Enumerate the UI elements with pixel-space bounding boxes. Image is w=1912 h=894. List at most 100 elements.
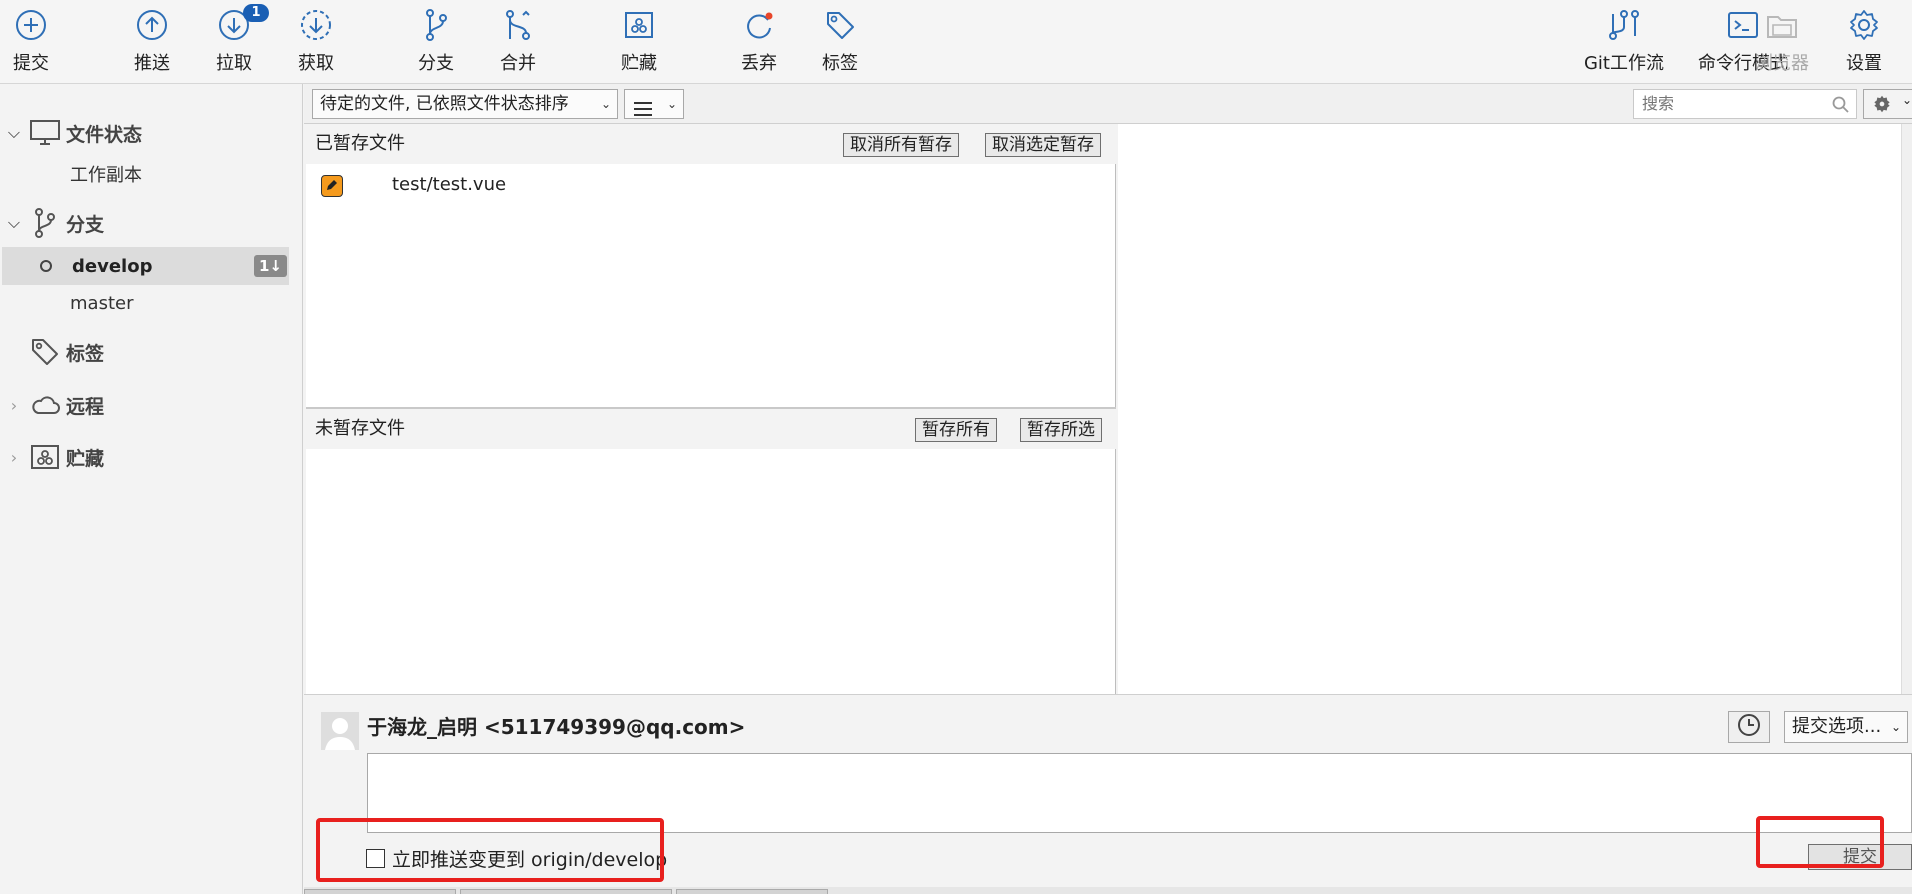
chevron-right-icon[interactable]: › — [0, 396, 28, 415]
gear-icon — [1847, 8, 1881, 42]
plus-circle-icon — [14, 8, 48, 42]
git-flow-button-label: Git工作流 — [1583, 53, 1664, 74]
stage-selected-button[interactable]: 暂存所选 — [1020, 418, 1102, 442]
tag-icon — [823, 8, 857, 42]
fetch-button-label: 获取 — [298, 53, 334, 74]
file-filter-bar: 待定的文件, 已依照文件状态排序 ⌄ ⌄ ⌄ — [304, 84, 1912, 124]
sidebar-branches-label: 分支 — [66, 213, 105, 236]
commit-message-box — [367, 753, 1912, 833]
staged-files-title: 已暂存文件 — [315, 133, 405, 154]
discard-refresh-icon — [742, 8, 776, 42]
push-immediately-label: 立即推送变更到 origin/develop — [392, 849, 668, 871]
file-options-dropdown[interactable]: ⌄ — [1863, 89, 1912, 119]
branch-button-label: 分支 — [418, 53, 454, 74]
sidebar-item-working-copy[interactable]: 工作副本 — [0, 155, 290, 193]
file-status-pane: 已暂存文件 取消所有暂存 取消选定暂存 test/test.vue 未暂存文件 … — [306, 124, 1116, 694]
commit-options-select[interactable]: 提交选项... ⌄ — [1784, 711, 1908, 743]
commit-panel: 于海龙_启明 <511749399@qq.com> 提交选项... ⌄ 立即推送… — [304, 694, 1912, 894]
fetch-dashed-circle-icon — [299, 8, 333, 42]
sidebar-tags-label: 标签 — [66, 342, 105, 365]
sidebar-section-branches[interactable]: ⌵ 分支 — [0, 204, 290, 242]
sidebar-item-branch-develop[interactable]: develop 1↓ — [2, 247, 289, 285]
sidebar-item-branch-master[interactable]: master — [0, 284, 290, 322]
commit-history-button[interactable] — [1728, 711, 1770, 743]
sidebar-section-tags[interactable]: 标签 — [0, 333, 290, 371]
chevron-down-icon[interactable]: ⌵ — [0, 123, 28, 143]
stash-box-icon — [622, 8, 656, 42]
tag-button[interactable]: 标签 — [790, 8, 890, 75]
branch-icon — [28, 208, 62, 238]
arrow-up-circle-icon — [135, 8, 169, 42]
sidebar-file-status-label: 文件状态 — [66, 123, 143, 146]
monitor-icon — [28, 118, 62, 148]
sidebar-section-file-status[interactable]: ⌵ 文件状态 — [0, 114, 290, 152]
git-flow-icon — [1607, 8, 1641, 42]
merge-icon — [501, 8, 535, 42]
search-icon — [1832, 95, 1850, 123]
sidebar-remotes-label: 远程 — [66, 395, 105, 418]
modified-file-icon — [321, 175, 343, 197]
settings-button[interactable]: 设置 — [1814, 8, 1912, 75]
merge-button-label: 合并 — [500, 53, 536, 74]
pull-button-label: 拉取 — [216, 53, 252, 74]
file-path: test/test.vue — [392, 174, 507, 195]
git-flow-button[interactable]: Git工作流 — [1569, 8, 1679, 75]
main-toolbar: 提交 推送 1 拉取 获取 分支 合并 贮藏 丢弃 标签 Git工作流 命令行模… — [0, 0, 1912, 84]
branch-name: master — [70, 292, 134, 314]
staged-files-header: 已暂存文件 取消所有暂存 取消选定暂存 — [306, 124, 1116, 164]
view-mode-select[interactable]: ⌄ — [624, 89, 684, 119]
bottom-tab[interactable] — [304, 889, 456, 894]
clock-icon — [1737, 713, 1761, 742]
commit-options-label: 提交选项... — [1792, 716, 1882, 737]
unstage-all-button[interactable]: 取消所有暂存 — [843, 133, 959, 157]
chevron-down-icon: ⌄ — [600, 97, 611, 111]
diff-scrollbar[interactable] — [1901, 124, 1912, 694]
chevron-down-icon[interactable]: ⌵ — [0, 213, 28, 233]
commit-button[interactable]: 提交 — [0, 8, 81, 75]
chevron-down-icon: ⌄ — [1890, 720, 1901, 734]
stash-button-label: 贮藏 — [621, 53, 657, 74]
chevron-down-icon: ⌄ — [666, 97, 677, 111]
explorer-button-label: 浏览器 — [1755, 53, 1809, 74]
chevron-down-icon: ⌄ — [1902, 93, 1912, 107]
sidebar-item-label: 工作副本 — [70, 165, 142, 186]
commit-button-label: 提交 — [13, 53, 49, 74]
sidebar-section-stashes[interactable]: › 贮藏 — [0, 438, 290, 476]
bottom-tab[interactable] — [676, 889, 828, 894]
push-button-label: 推送 — [134, 53, 170, 74]
folder-icon — [1765, 8, 1799, 42]
commit-submit-button[interactable]: 提交 — [1808, 844, 1912, 870]
merge-button[interactable]: 合并 — [468, 8, 568, 75]
chevron-right-icon[interactable]: › — [0, 448, 28, 467]
unstage-selected-button[interactable]: 取消选定暂存 — [985, 133, 1101, 157]
sidebar-section-remotes[interactable]: › 远程 — [0, 386, 290, 424]
tag-icon — [28, 337, 62, 367]
commit-author: 于海龙_启明 <511749399@qq.com> — [367, 715, 746, 739]
sidebar: ⌵ 文件状态 工作副本 ⌵ 分支 develop 1↓ master 标签 › … — [0, 84, 303, 894]
cloud-icon — [28, 390, 62, 420]
search-box[interactable] — [1633, 89, 1857, 119]
file-sort-select-value: 待定的文件, 已依照文件状态排序 — [320, 94, 569, 114]
sidebar-stashes-label: 贮藏 — [66, 447, 105, 470]
unstaged-files-header: 未暂存文件 暂存所有 暂存所选 — [306, 409, 1116, 449]
discard-button-label: 丢弃 — [741, 53, 777, 74]
branch-behind-badge: 1↓ — [253, 255, 287, 277]
stash-box-icon — [28, 442, 62, 472]
current-branch-indicator — [40, 260, 52, 272]
push-immediately-option[interactable]: 立即推送变更到 origin/develop — [366, 845, 667, 872]
bottom-tab[interactable] — [460, 889, 672, 894]
tag-button-label: 标签 — [822, 53, 858, 74]
gear-icon — [1872, 94, 1892, 119]
diff-view-pane — [1118, 124, 1901, 694]
search-input[interactable] — [1642, 94, 1822, 113]
branch-name: develop — [72, 255, 153, 277]
file-sort-select[interactable]: 待定的文件, 已依照文件状态排序 ⌄ — [312, 89, 618, 119]
arrow-down-circle-icon: 1 — [217, 4, 269, 42]
stage-all-button[interactable]: 暂存所有 — [915, 418, 997, 442]
commit-message-input[interactable] — [368, 754, 1911, 832]
stash-button[interactable]: 贮藏 — [589, 8, 689, 75]
branch-icon — [419, 8, 453, 42]
fetch-button[interactable]: 获取 — [266, 8, 366, 75]
staged-file-row[interactable]: test/test.vue — [306, 169, 1116, 203]
push-immediately-checkbox[interactable] — [366, 849, 385, 868]
